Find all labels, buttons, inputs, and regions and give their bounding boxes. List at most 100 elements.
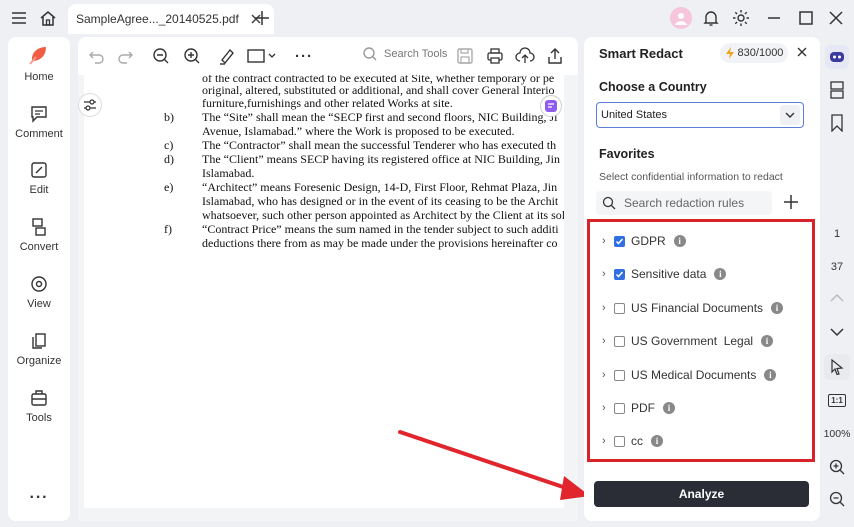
menu-icon[interactable] — [9, 8, 29, 28]
sidebar-item-tools[interactable]: Tools — [8, 388, 70, 424]
checkbox-sensitive-data[interactable] — [614, 268, 625, 280]
sidebar-item-convert[interactable]: Convert — [8, 217, 70, 253]
home-icon[interactable] — [38, 8, 58, 28]
convert-icon — [32, 218, 46, 236]
zoom-in-icon[interactable] — [820, 457, 854, 477]
right-rail: 1 37 1:1 100% — [820, 37, 854, 527]
search-icon — [363, 47, 377, 61]
new-tab-icon[interactable] — [252, 8, 272, 28]
country-value: United States — [601, 109, 668, 121]
chevron-down-icon[interactable] — [820, 322, 854, 342]
checkbox-us-government-legal[interactable] — [614, 335, 625, 347]
clause-label: f) — [164, 222, 172, 236]
text-line: furniture,furnishings and other related … — [202, 96, 453, 110]
settings-gear-icon[interactable] — [731, 8, 751, 28]
rule-us-financial-documents[interactable]: › US Financial Documents i — [602, 301, 784, 315]
checkbox-pdf[interactable] — [614, 402, 625, 414]
select-cursor-icon[interactable] — [820, 353, 854, 381]
credits-value: 830/1000 — [737, 47, 784, 59]
print-icon[interactable] — [485, 46, 505, 66]
organize-icon — [32, 333, 46, 349]
text-line: Islamabad, who has designed or in the ev… — [202, 194, 559, 208]
rule-pdf[interactable]: › PDF i — [602, 401, 675, 415]
country-select[interactable]: United States — [596, 102, 804, 128]
sidebar-item-comment[interactable]: Comment — [8, 104, 70, 140]
chevron-right-icon[interactable]: › — [602, 235, 612, 247]
home-logo-icon — [29, 47, 46, 65]
checkbox-gdpr[interactable] — [614, 235, 625, 247]
clause-label: b) — [164, 110, 174, 124]
info-icon[interactable]: i — [714, 268, 727, 280]
document-tab[interactable]: SampleAgree..._20140525.pdf — [68, 4, 274, 34]
zoom-in-icon[interactable] — [182, 46, 202, 66]
close-window-icon[interactable] — [826, 8, 846, 28]
text-line: The “Contractor” shall mean the successf… — [202, 138, 557, 152]
bookmark-icon[interactable] — [820, 112, 854, 134]
title-bar: SampleAgree..._20140525.pdf — [0, 0, 854, 36]
info-icon[interactable]: i — [673, 235, 686, 247]
chevron-right-icon[interactable]: › — [602, 302, 612, 314]
add-rule-icon[interactable] — [782, 193, 800, 211]
zoom-out-icon[interactable] — [151, 46, 171, 66]
credits-badge: 830/1000 — [720, 43, 788, 63]
text-line: original, altered, substituted or additi… — [202, 83, 555, 97]
rule-sensitive-data[interactable]: › Sensitive data i — [602, 267, 727, 281]
upload-cloud-icon[interactable] — [515, 46, 535, 66]
text-line: “Contract Price” means the sum named in … — [202, 222, 559, 236]
maximize-icon[interactable] — [796, 8, 816, 28]
redo-icon[interactable] — [115, 46, 135, 66]
rule-us-medical-documents[interactable]: › US Medical Documents i — [602, 368, 777, 382]
info-icon[interactable]: i — [771, 302, 784, 314]
sidebar-item-home[interactable]: Home — [8, 43, 70, 83]
info-icon[interactable]: i — [764, 369, 777, 381]
text-line: Avenue, Islamabad.” where the Work is pr… — [202, 124, 515, 138]
chevron-right-icon[interactable]: › — [602, 369, 612, 381]
sidebar-item-edit[interactable]: Edit — [8, 160, 70, 196]
sidebar-item-organize[interactable]: Organize — [8, 331, 70, 367]
zoom-level[interactable]: 100% — [820, 425, 854, 443]
actual-size-icon[interactable]: 1:1 — [820, 391, 854, 409]
share-icon[interactable] — [545, 46, 565, 66]
rule-gdpr[interactable]: › GDPR i — [602, 234, 686, 248]
minimize-icon[interactable] — [764, 8, 784, 28]
chevron-right-icon[interactable]: › — [602, 402, 612, 414]
panel-title: Smart Redact — [599, 46, 683, 61]
rule-us-government-legal[interactable]: › US Government Legal i — [602, 334, 774, 348]
search-tools[interactable]: Search Tools — [362, 46, 447, 62]
more-tools-icon[interactable]: ··· — [294, 46, 314, 66]
more-options-icon[interactable]: ··· — [8, 489, 70, 507]
smart-redact-panel: Smart Redact 830/1000 Choose a Country U… — [584, 37, 820, 521]
close-panel-icon[interactable] — [796, 46, 808, 58]
sidebar-item-label: Edit — [29, 184, 49, 196]
rule-search-placeholder: Search redaction rules — [624, 196, 745, 210]
sliders-settings-icon[interactable] — [78, 93, 102, 117]
rule-label: GDPR — [631, 234, 666, 248]
info-icon[interactable]: i — [761, 335, 774, 347]
shape-rectangle-icon[interactable] — [245, 46, 279, 66]
chevron-up-icon[interactable] — [820, 288, 854, 308]
highlighter-icon[interactable] — [216, 46, 236, 66]
info-icon[interactable]: i — [651, 435, 663, 447]
lightning-icon — [725, 47, 734, 59]
undo-icon[interactable] — [87, 46, 107, 66]
rule-search-input[interactable]: Search redaction rules — [596, 191, 772, 215]
checkbox-us-financial-documents[interactable] — [614, 302, 625, 314]
chevron-right-icon[interactable]: › — [602, 268, 612, 280]
checkbox-cc[interactable] — [614, 435, 625, 447]
thumbnails-icon[interactable] — [820, 79, 854, 101]
bell-icon[interactable] — [701, 8, 721, 28]
save-icon[interactable] — [455, 46, 475, 66]
chevron-right-icon[interactable]: › — [602, 335, 612, 347]
rule-cc[interactable]: › cc i — [602, 434, 663, 448]
sidebar-item-view[interactable]: View — [8, 274, 70, 310]
ai-assistant-icon[interactable] — [540, 95, 562, 117]
info-icon[interactable]: i — [663, 402, 675, 414]
avatar[interactable] — [670, 7, 692, 29]
chevron-right-icon[interactable]: › — [602, 435, 612, 447]
ai-redact-active-icon[interactable] — [820, 43, 854, 71]
current-page-number[interactable]: 1 — [820, 225, 854, 243]
total-pages: 37 — [830, 261, 844, 273]
zoom-out-icon[interactable] — [820, 489, 854, 509]
checkbox-us-medical-documents[interactable] — [614, 369, 625, 381]
analyze-button[interactable]: Analyze — [594, 481, 809, 507]
